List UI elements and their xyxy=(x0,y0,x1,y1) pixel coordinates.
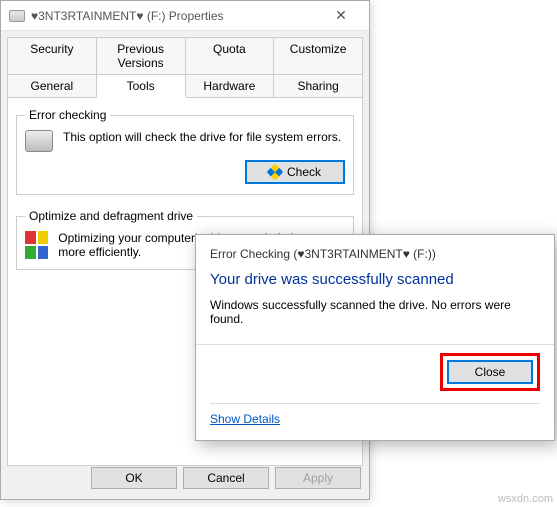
error-checking-dialog: Error Checking (♥3NT3RTAINMENT♥ (F:)) Yo… xyxy=(195,234,555,441)
error-checking-legend: Error checking xyxy=(25,108,110,122)
close-icon[interactable]: ✕ xyxy=(321,7,361,24)
defrag-icon xyxy=(25,231,48,259)
tab-general[interactable]: General xyxy=(7,74,97,98)
divider xyxy=(210,403,540,404)
properties-footer: OK Cancel Apply xyxy=(1,467,369,489)
show-details-link[interactable]: Show Details xyxy=(210,412,280,426)
error-checking-desc: This option will check the drive for fil… xyxy=(63,130,341,144)
dialog-title: Error Checking (♥3NT3RTAINMENT♥ (F:)) xyxy=(196,235,554,263)
error-checking-group: Error checking This option will check th… xyxy=(16,108,354,195)
tab-customize[interactable]: Customize xyxy=(273,37,363,75)
tab-row-2: General Tools Hardware Sharing xyxy=(7,74,363,98)
window-title: ♥3NT3RTAINMENT♥ (F:) Properties xyxy=(31,9,321,23)
titlebar[interactable]: ♥3NT3RTAINMENT♥ (F:) Properties ✕ xyxy=(1,1,369,31)
tab-tools[interactable]: Tools xyxy=(96,74,186,98)
check-button[interactable]: Check xyxy=(245,160,345,184)
close-highlight: Close xyxy=(440,353,540,391)
drive-icon xyxy=(9,10,25,22)
dialog-message: Windows successfully scanned the drive. … xyxy=(196,294,554,336)
cancel-button[interactable]: Cancel xyxy=(183,467,269,489)
shield-icon xyxy=(266,164,283,181)
apply-button: Apply xyxy=(275,467,361,489)
optimize-legend: Optimize and defragment drive xyxy=(25,209,197,223)
tab-security[interactable]: Security xyxy=(7,37,97,75)
tab-previous-versions[interactable]: Previous Versions xyxy=(96,37,186,75)
tab-quota[interactable]: Quota xyxy=(185,37,275,75)
close-button[interactable]: Close xyxy=(447,360,533,384)
check-button-label: Check xyxy=(287,165,321,179)
tab-sharing[interactable]: Sharing xyxy=(273,74,363,98)
divider xyxy=(196,344,554,345)
ok-button[interactable]: OK xyxy=(91,467,177,489)
dialog-headline: Your drive was successfully scanned xyxy=(196,263,554,294)
check-disk-icon xyxy=(25,130,53,152)
watermark: wsxdn.com xyxy=(498,493,553,505)
tab-hardware[interactable]: Hardware xyxy=(185,74,275,98)
tab-row-1: Security Previous Versions Quota Customi… xyxy=(7,37,363,75)
